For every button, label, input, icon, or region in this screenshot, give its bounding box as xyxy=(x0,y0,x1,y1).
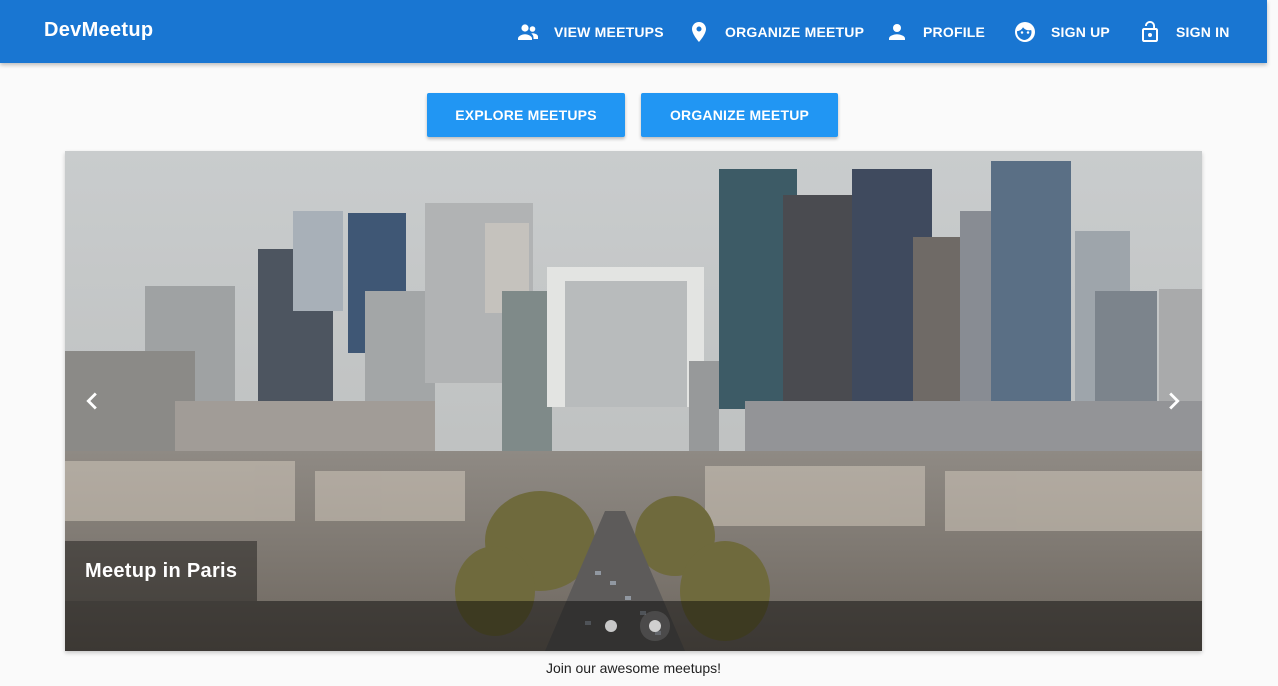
nav-label: ORGANIZE MEETUP xyxy=(725,23,865,40)
face-icon xyxy=(1013,20,1037,44)
nav-organize-meetup[interactable]: ORGANIZE MEETUP xyxy=(687,0,864,63)
meetup-carousel[interactable]: Meetup in Paris xyxy=(65,151,1202,651)
chevron-right-icon xyxy=(1169,392,1180,410)
lock-open-icon xyxy=(1138,20,1162,44)
nav-sign-up[interactable]: SIGN UP xyxy=(1013,0,1110,63)
tagline-text: Join our awesome meetups! xyxy=(545,660,722,676)
supervisor-account-icon xyxy=(516,20,540,44)
organize-meetup-button[interactable]: ORGANIZE MEETUP xyxy=(641,93,838,137)
nav-label: VIEW MEETUPS xyxy=(554,23,664,40)
app-toolbar: DevMeetup VIEW MEETUPS ORGANIZE MEETUP P… xyxy=(0,0,1267,63)
nav-view-meetups[interactable]: VIEW MEETUPS xyxy=(516,0,664,63)
carousel-dot-1[interactable] xyxy=(605,620,617,632)
nav-label: SIGN IN xyxy=(1176,23,1230,40)
nav-sign-in[interactable]: SIGN IN xyxy=(1138,0,1230,63)
slide-caption: Meetup in Paris xyxy=(65,541,258,601)
nav-profile[interactable]: PROFILE xyxy=(885,0,985,63)
chevron-left-icon xyxy=(86,392,97,410)
carousel-dot-2[interactable] xyxy=(649,620,661,632)
room-icon xyxy=(687,20,711,44)
carousel-prev-button[interactable] xyxy=(75,384,109,418)
nav-label: SIGN UP xyxy=(1051,23,1110,40)
carousel-controls xyxy=(65,601,1202,651)
nav-label: PROFILE xyxy=(923,23,986,40)
person-icon xyxy=(885,20,909,44)
explore-meetups-button[interactable]: EXPLORE MEETUPS xyxy=(427,93,625,137)
carousel-next-button[interactable] xyxy=(1157,384,1191,418)
app-title[interactable]: DevMeetup xyxy=(44,19,153,42)
